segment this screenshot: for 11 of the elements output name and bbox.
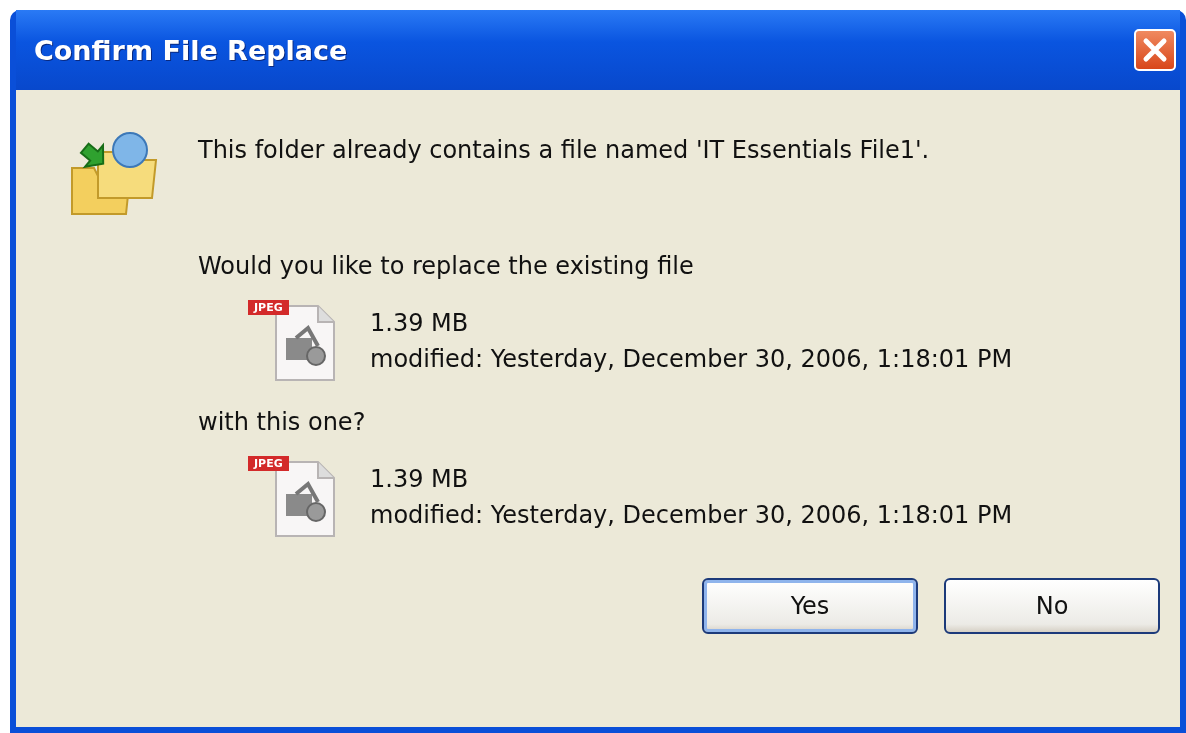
file-modified-date: modified: Yesterday, December 30, 2006, 1:18:01 PM <box>370 501 1013 529</box>
file-size: 1.39 MB <box>370 309 470 337</box>
file-modified-date: modified: Yesterday, December 30, 2006, 1:18:01 PM <box>370 345 1013 373</box>
close-button[interactable] <box>1134 29 1176 71</box>
file-size: 1.39 MB <box>370 465 470 493</box>
question-text: Would you like to replace the existing file <box>198 252 695 280</box>
message-text: This folder already contains a file named 'IT Essentials File1'. <box>198 136 930 164</box>
dialog-button[interactable]: Yes <box>702 578 918 634</box>
dialog-button[interactable]: No <box>944 578 1160 634</box>
window-title: Confirm File Replace <box>34 34 348 66</box>
question-text: with this one? <box>198 408 367 436</box>
